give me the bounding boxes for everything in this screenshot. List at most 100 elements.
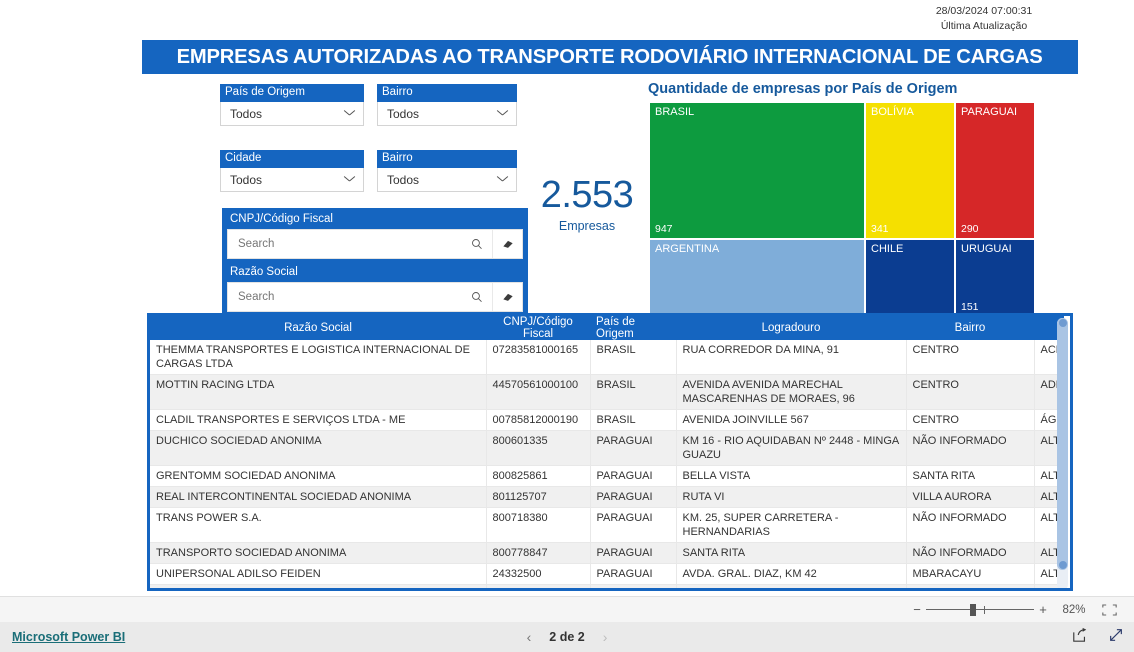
eraser-icon[interactable] — [492, 230, 522, 258]
table-row[interactable]: REAL INTERCONTINENTAL SOCIEDAD ANONIMA 8… — [150, 486, 1065, 508]
slicer-dropdown[interactable]: Todos — [377, 168, 517, 192]
cell-cnpj: 801125707 — [486, 486, 591, 508]
table-row[interactable]: TRANSPORTO SOCIEDAD ANONIMA 800778847 PA… — [150, 542, 1065, 564]
zoom-in-button[interactable]: + — [1034, 602, 1052, 617]
razao-social-search-input[interactable]: Search — [227, 282, 523, 312]
share-icon[interactable] — [1072, 627, 1088, 648]
cell-razao-social: TRANSPORTO SOCIEDAD ANONIMA — [150, 542, 487, 564]
treemap-cell-bolivia[interactable]: BOLÍVIA 341 — [865, 102, 955, 239]
status-bar: Microsoft Power BI ‹ 2 de 2 › — [0, 622, 1134, 652]
table-row[interactable]: MOTTIN RACING LTDA 44570561000100 BRASIL… — [150, 374, 1065, 410]
cell-bairro: NÃO INFORMADO — [906, 430, 1035, 466]
fullscreen-icon[interactable] — [1108, 627, 1124, 648]
cell-logradouro: RUTA VI — [676, 486, 907, 508]
slicer-label: Bairro — [377, 84, 517, 102]
page-navigator: ‹ 2 de 2 › — [527, 629, 608, 645]
treemap-cell-label: ARGENTINA — [655, 243, 720, 255]
search-icon[interactable] — [462, 230, 492, 258]
treemap-cell-brasil[interactable]: BRASIL 947 — [649, 102, 865, 239]
column-header-cnpj[interactable]: CNPJ/Código Fiscal — [486, 316, 590, 340]
table-row[interactable]: THEMMA TRANSPORTES E LOGISTICA INTERNACI… — [150, 340, 1065, 375]
cell-bairro: NÃO INFORMADO — [906, 542, 1035, 564]
column-header-logradouro[interactable]: Logradouro — [676, 316, 906, 340]
cell-bairro: NÃO INFORMADO — [906, 507, 1035, 543]
cell-cnpj: 00785812000190 — [486, 409, 591, 431]
search-slicer-razao-social[interactable]: Razão Social Search — [222, 261, 528, 317]
cell-cnpj: 44570561000100 — [486, 374, 591, 410]
slicer-cidade[interactable]: Cidade Todos — [220, 150, 364, 192]
slicer-label: Bairro — [377, 150, 517, 168]
table-row[interactable]: GRENTOMM SOCIEDAD ANONIMA 800825861 PARA… — [150, 465, 1065, 487]
cell-bairro: CENTRO — [906, 374, 1035, 410]
cell-cnpj: 800778847 — [486, 542, 591, 564]
status-bar-actions — [1072, 627, 1124, 648]
table-row[interactable]: CLADIL TRANSPORTES E SERVIÇOS LTDA - ME … — [150, 409, 1065, 431]
cell-bairro: NÃO INFORMADO — [906, 584, 1035, 588]
slicer-value: Todos — [387, 172, 420, 187]
search-icon[interactable] — [462, 283, 492, 311]
treemap-cell-uruguai[interactable]: URUGUAI 151 — [955, 239, 1035, 317]
slicer-value: Todos — [230, 172, 263, 187]
table-row[interactable]: DUCHICO SOCIEDAD ANONIMA 800601335 PARAG… — [150, 430, 1065, 466]
slicer-dropdown[interactable]: Todos — [220, 102, 364, 126]
treemap-cell-paraguai[interactable]: PARAGUAI 290 — [955, 102, 1035, 239]
zoom-slider-track — [926, 609, 1034, 610]
cell-bairro: MBARACAYU — [906, 563, 1035, 585]
slicer-pais-de-origem[interactable]: País de Origem Todos — [220, 84, 364, 126]
table-body-container[interactable]: Razão Social CNPJ/Código Fiscal País de … — [150, 316, 1070, 588]
cell-cnpj: 800446151 — [486, 584, 591, 588]
page-title: EMPRESAS AUTORIZADAS AO TRANSPORTE RODOV… — [177, 45, 1043, 68]
column-header-pais[interactable]: País de Origem — [590, 316, 676, 340]
cell-pais: BRASIL — [590, 374, 677, 410]
zoom-slider[interactable] — [926, 603, 1034, 617]
companies-table-visual[interactable]: Razão Social CNPJ/Código Fiscal País de … — [147, 313, 1073, 591]
cell-pais: BRASIL — [590, 409, 677, 431]
cell-bairro: CENTRO — [906, 409, 1035, 431]
cell-pais: PARAGUAI — [590, 584, 677, 588]
column-header-razao-social[interactable]: Razão Social — [150, 316, 486, 340]
cell-logradouro: KM. 25, SUPER CARRETERA - HERNANDARIAS — [676, 507, 907, 543]
cell-pais: BRASIL — [590, 340, 677, 375]
search-placeholder: Search — [238, 238, 275, 250]
search-slicer-cnpj[interactable]: CNPJ/Código Fiscal Search — [222, 208, 528, 264]
report-canvas: EMPRESAS AUTORIZADAS AO TRANSPORTE RODOV… — [142, 40, 1078, 596]
zoom-toolbar: − + 82% — [0, 596, 1134, 622]
table-row[interactable]: TRANS POWER S.A. 800718380 PARAGUAI KM. … — [150, 507, 1065, 543]
cell-razao-social: TJH TRANSPORTES DE CARGAS RODOVIARIAS SO… — [150, 584, 487, 588]
slicer-bairro-top[interactable]: Bairro Todos — [377, 84, 517, 126]
eraser-icon[interactable] — [492, 283, 522, 311]
cell-razao-social: MOTTIN RACING LTDA — [150, 374, 487, 410]
cell-logradouro: BELLA VISTA — [676, 465, 907, 487]
slicer-dropdown[interactable]: Todos — [220, 168, 364, 192]
chevron-down-icon — [345, 176, 354, 185]
chevron-left-icon[interactable]: ‹ — [527, 629, 532, 645]
cell-logradouro: AVENIDA ITURBE ESQ, PÁ Í PÉREZ — [676, 584, 907, 588]
table-vertical-scrollbar[interactable] — [1057, 318, 1068, 588]
cell-pais: PARAGUAI — [590, 507, 677, 543]
treemap-cell-label: BRASIL — [655, 106, 695, 118]
search-slicer-label: Razão Social — [230, 266, 298, 278]
slicer-bairro-bottom[interactable]: Bairro Todos — [377, 150, 517, 192]
column-header-bairro[interactable]: Bairro — [906, 316, 1034, 340]
treemap-cell-label: PARAGUAI — [961, 106, 1018, 118]
scrollbar-thumb[interactable] — [1057, 318, 1068, 570]
cell-logradouro: AVENIDA AVENIDA MARECHAL MASCARENHAS DE … — [676, 374, 907, 410]
search-placeholder: Search — [238, 291, 275, 303]
chevron-down-icon — [498, 176, 507, 185]
table-row[interactable]: TJH TRANSPORTES DE CARGAS RODOVIARIAS SO… — [150, 584, 1065, 588]
table-row[interactable]: UNIPERSONAL ADILSO FEIDEN 24332500 PARAG… — [150, 563, 1065, 585]
treemap-cell-label: URUGUAI — [961, 243, 1012, 255]
power-bi-brand-link[interactable]: Microsoft Power BI — [12, 630, 125, 644]
fit-to-page-icon[interactable] — [1096, 603, 1122, 616]
kpi-card-empresas: 2.553 Empresas — [532, 173, 642, 235]
chevron-right-icon[interactable]: › — [603, 629, 608, 645]
cnpj-search-input[interactable]: Search — [227, 229, 523, 259]
treemap-title: Quantidade de empresas por País de Orige… — [648, 81, 958, 97]
treemap-cell-label: BOLÍVIA — [871, 106, 914, 118]
slicer-dropdown[interactable]: Todos — [377, 102, 517, 126]
zoom-out-button[interactable]: − — [908, 602, 926, 617]
cell-pais: PARAGUAI — [590, 542, 677, 564]
slicer-label: País de Origem — [220, 84, 364, 102]
zoom-slider-thumb[interactable] — [970, 603, 976, 616]
cell-logradouro: AVENIDA JOINVILLE 567 — [676, 409, 907, 431]
